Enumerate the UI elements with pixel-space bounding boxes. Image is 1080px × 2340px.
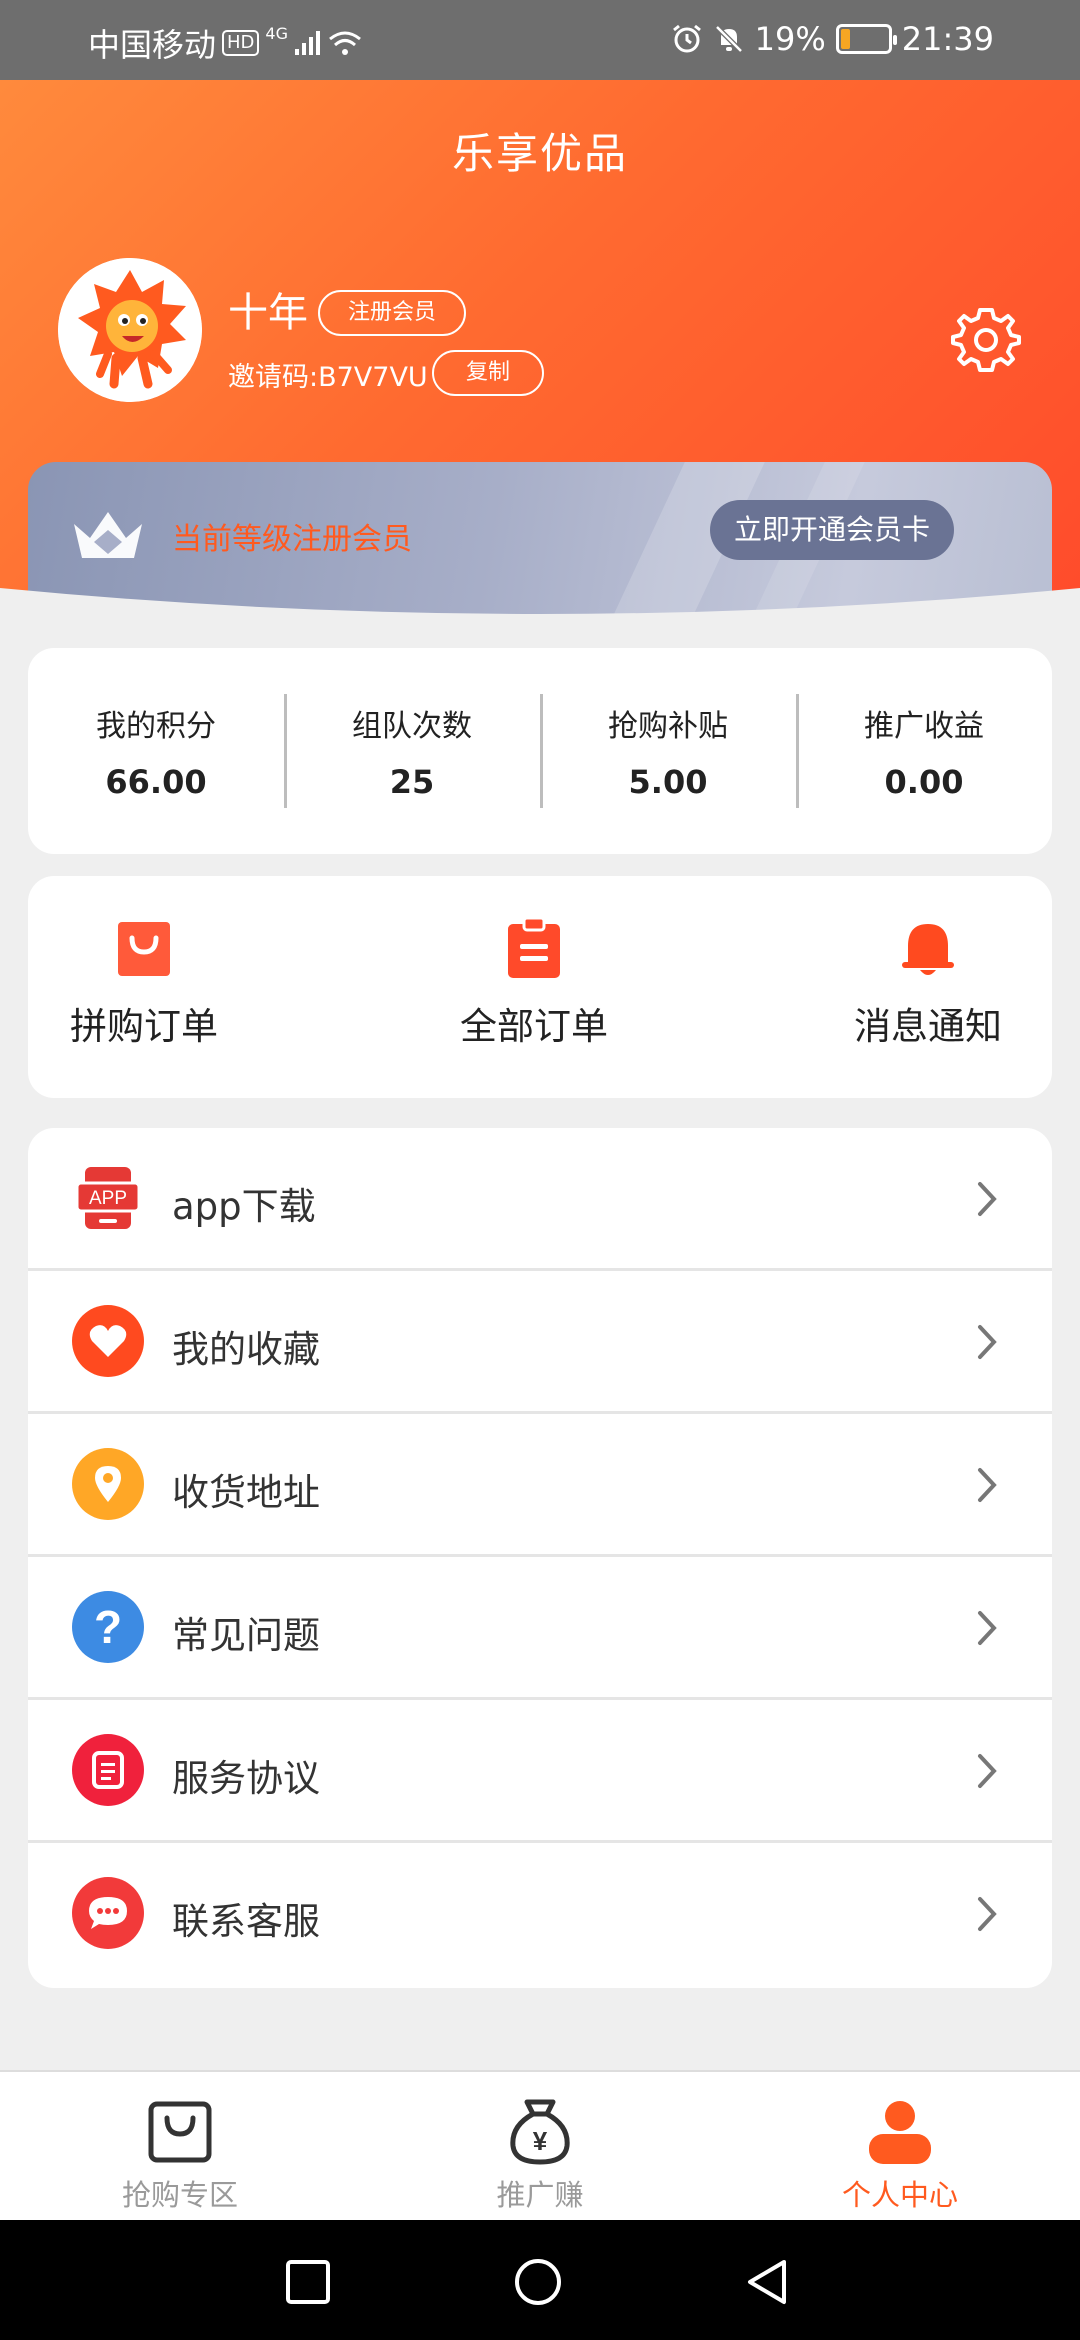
app-download-icon: APP [72, 1162, 144, 1234]
app-download-svg: APP [75, 1167, 141, 1229]
menu-item-label: 服务协议 [172, 1757, 320, 1800]
network-type: 4G [265, 23, 288, 43]
status-bar: 中国移动 HD 4G 19% 21:39 [0, 0, 1080, 80]
chevron-right-icon [978, 1754, 997, 1788]
stat-label: 我的积分 [96, 709, 216, 744]
question-icon: ? [72, 1591, 144, 1663]
menu-item-address[interactable]: 收货地址 [28, 1414, 1052, 1557]
quick-action-label: 消息通知 [854, 1005, 1002, 1048]
username: 十年 [228, 290, 308, 336]
chevron-right-icon [978, 1325, 997, 1359]
menu-item-label: 我的收藏 [172, 1328, 320, 1371]
chat-svg [89, 1897, 127, 1929]
tab-flash-sale[interactable]: 抢购专区 [80, 2096, 280, 2214]
menu-item-label: 联系客服 [172, 1900, 320, 1943]
menu-item-label: 常见问题 [172, 1614, 320, 1657]
location-pin-icon [72, 1448, 144, 1520]
wifi-icon [329, 31, 361, 55]
order-shortcuts-card: 拼购订单 全部订单 消息通知 [28, 876, 1052, 1098]
battery-icon [835, 24, 897, 54]
stat-value: 66.00 [105, 763, 207, 801]
chevron-right-icon [978, 1897, 997, 1931]
menu-item-customer-service[interactable]: 联系客服 [28, 1843, 1052, 1986]
carrier-name: 中国移动 [88, 26, 217, 64]
member-level-badge: 注册会员 [318, 290, 467, 336]
menu-item-app-download[interactable]: APP app下载 [28, 1128, 1052, 1271]
money-bag-icon: ¥ [510, 2099, 570, 2165]
status-left: 中国移动 HD 4G [88, 20, 362, 66]
copy-invite-button[interactable]: 复制 [432, 350, 545, 396]
menu-item-agreement[interactable]: 服务协议 [28, 1700, 1052, 1843]
stats-card: 我的积分 66.00 组队次数 25 抢购补贴 5.00 推广收益 0.00 [28, 648, 1052, 854]
svg-text:¥: ¥ [533, 2126, 548, 2156]
stat-value: 5.00 [628, 763, 708, 801]
shopping-bag-icon [118, 922, 170, 976]
chevron-right-icon [978, 1182, 997, 1216]
chevron-right-icon [978, 1611, 997, 1645]
crown-icon [74, 512, 142, 558]
gear-icon[interactable] [950, 304, 1022, 376]
stat-label: 抢购补贴 [608, 709, 728, 744]
mute-bell-icon [714, 25, 743, 53]
open-member-card-button[interactable]: 立即开通会员卡 [710, 500, 954, 560]
mascot-avatar-icon [58, 258, 202, 402]
stat-points[interactable]: 我的积分 66.00 [28, 648, 284, 854]
chevron-right-icon [978, 1468, 997, 1502]
chat-bubble-icon [72, 1877, 144, 1949]
stat-team-count[interactable]: 组队次数 25 [284, 648, 540, 854]
heart-icon [72, 1305, 144, 1377]
recent-apps-icon[interactable] [284, 2258, 332, 2306]
tab-label: 抢购专区 [121, 2178, 238, 2212]
avatar[interactable] [58, 258, 202, 402]
heart-svg [89, 1325, 127, 1357]
clipboard-icon [508, 916, 560, 978]
system-navigation-bar [0, 2220, 1080, 2340]
bottom-tab-bar: 抢购专区 ¥ 推广赚 个人中心 [0, 2070, 1080, 2220]
menu-item-favorites[interactable]: 我的收藏 [28, 1271, 1052, 1414]
question-mark-glyph: ? [93, 1601, 123, 1653]
tab-promote-earn[interactable]: ¥ 推广赚 [440, 2096, 640, 2214]
person-icon [869, 2101, 931, 2164]
signal-icon [295, 31, 320, 55]
document-icon [72, 1734, 144, 1806]
header-curve [0, 588, 1080, 640]
hd-badge: HD [222, 30, 260, 56]
group-orders-button[interactable]: 拼购订单 [70, 916, 218, 1050]
clock: 21:39 [901, 20, 994, 58]
stat-promotion-income[interactable]: 推广收益 0.00 [796, 648, 1052, 854]
document-svg [92, 1751, 124, 1789]
menu-item-label: 收货地址 [172, 1471, 320, 1514]
current-level-text: 当前等级注册会员 [172, 522, 412, 557]
shopping-bag-outline-icon [148, 2101, 212, 2163]
stat-value: 25 [389, 763, 435, 801]
home-icon[interactable] [514, 2258, 562, 2306]
stat-subsidy[interactable]: 抢购补贴 5.00 [540, 648, 796, 854]
alarm-icon [672, 24, 701, 53]
tab-label: 个人中心 [841, 2178, 958, 2212]
quick-action-label: 拼购订单 [70, 1005, 218, 1048]
settings-menu: APP app下载 我的收藏 收货地址 ? 常见问题 服务协议 联系客服 [28, 1128, 1052, 1988]
notifications-button[interactable]: 消息通知 [854, 916, 1002, 1050]
tab-label: 推广赚 [496, 2178, 584, 2212]
menu-item-label: app下载 [172, 1185, 316, 1228]
battery-percent: 19% [754, 20, 826, 58]
all-orders-button[interactable]: 全部订单 [460, 916, 608, 1050]
menu-item-faq[interactable]: ? 常见问题 [28, 1557, 1052, 1700]
stat-label: 组队次数 [352, 709, 472, 744]
stat-label: 推广收益 [864, 709, 984, 744]
bell-icon [902, 924, 954, 975]
stat-value: 0.00 [884, 763, 964, 801]
battery-fill [840, 29, 851, 49]
svg-text:APP: APP [89, 1188, 127, 1209]
back-icon[interactable] [744, 2258, 792, 2306]
quick-action-label: 全部订单 [460, 1005, 608, 1048]
tab-personal-center[interactable]: 个人中心 [800, 2096, 1000, 2214]
invite-code: 邀请码:B7V7VU [228, 362, 428, 393]
page-title: 乐享优品 [451, 129, 628, 178]
pin-svg [95, 1466, 121, 1502]
status-right: 19% 21:39 [671, 20, 994, 58]
